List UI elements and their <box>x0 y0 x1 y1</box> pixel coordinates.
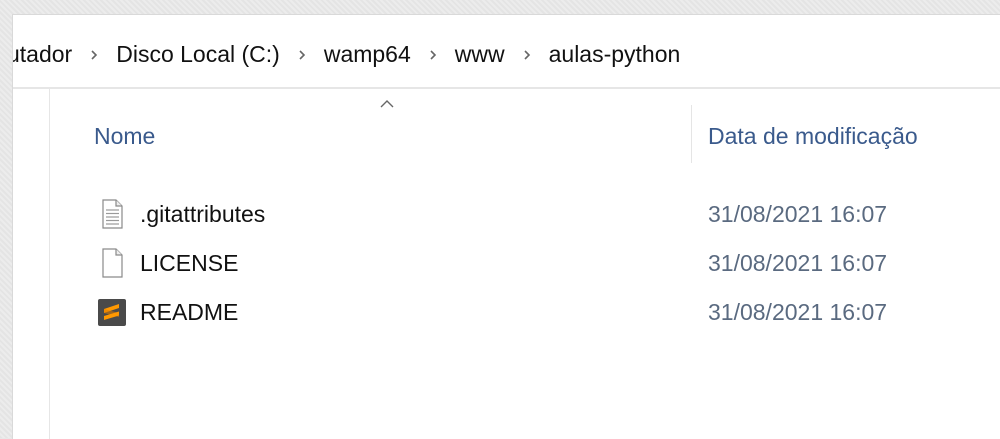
sublime-text-icon <box>98 299 126 326</box>
file-name[interactable]: .gitattributes <box>140 201 265 228</box>
breadcrumb: utador Disco Local (C:) wamp64 www aulas… <box>13 37 685 71</box>
list-item[interactable]: README 31/08/2021 16:07 <box>90 289 990 335</box>
breadcrumb-item-www[interactable]: www <box>451 41 509 68</box>
file-explorer-window: utador Disco Local (C:) wamp64 www aulas… <box>12 14 1000 439</box>
file-name[interactable]: README <box>140 299 238 326</box>
file-date: 31/08/2021 16:07 <box>708 299 888 325</box>
sort-up-icon <box>380 100 394 108</box>
breadcrumb-item-local-disk[interactable]: Disco Local (C:) <box>112 41 284 68</box>
column-header-date-modified[interactable]: Data de modificação <box>708 123 918 150</box>
navigation-pane[interactable] <box>13 89 50 439</box>
breadcrumb-item-wamp64[interactable]: wamp64 <box>320 41 415 68</box>
breadcrumb-item-computer[interactable]: utador <box>13 41 76 68</box>
column-header-name[interactable]: Nome <box>94 123 155 150</box>
file-name[interactable]: LICENSE <box>140 250 238 277</box>
text-file-icon <box>102 199 123 229</box>
column-divider[interactable] <box>691 105 692 163</box>
breadcrumb-item-aulas-python[interactable]: aulas-python <box>545 41 685 68</box>
chevron-right-icon[interactable] <box>76 44 112 64</box>
chevron-right-icon[interactable] <box>284 44 320 64</box>
file-date: 31/08/2021 16:07 <box>708 250 888 276</box>
list-item[interactable]: .gitattributes 31/08/2021 16:07 <box>90 191 990 237</box>
file-list: Nome Data de modificação .gitattributes … <box>50 89 1000 439</box>
file-date: 31/08/2021 16:07 <box>708 201 888 227</box>
chevron-right-icon[interactable] <box>509 44 545 64</box>
address-bar[interactable]: utador Disco Local (C:) wamp64 www aulas… <box>13 15 1000 89</box>
window-frame: utador Disco Local (C:) wamp64 www aulas… <box>0 0 1000 439</box>
blank-file-icon <box>102 248 123 278</box>
chevron-right-icon[interactable] <box>415 44 451 64</box>
list-item[interactable]: LICENSE 31/08/2021 16:07 <box>90 240 990 286</box>
